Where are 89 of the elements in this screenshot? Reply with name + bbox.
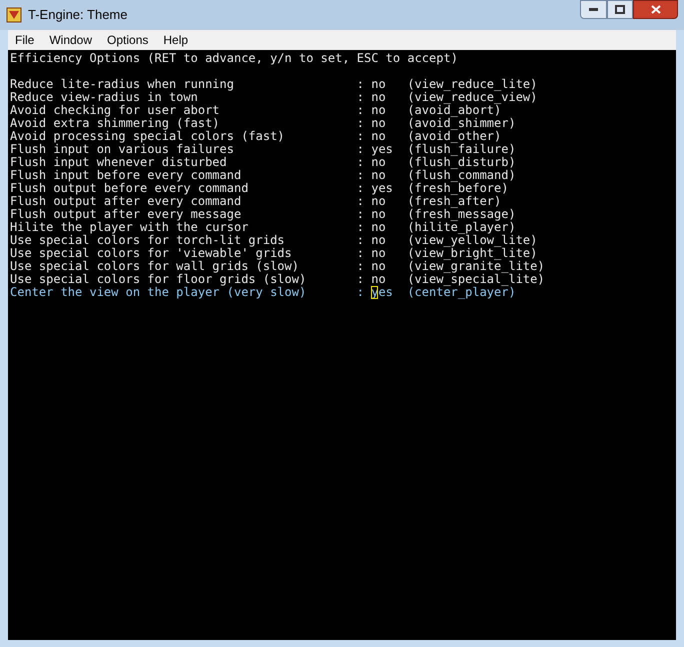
option-value: no [371, 221, 387, 234]
option-value: no [371, 130, 387, 143]
option-row[interactable]: Flush input whenever disturbed : no (flush_disturb) [10, 156, 676, 169]
option-label: Hilite the player with the cursor [10, 221, 250, 234]
option-value: no [371, 247, 387, 260]
option-separator: : [356, 182, 364, 195]
menu-item[interactable]: Window [44, 31, 98, 49]
terminal-header: Efficiency Options (RET to advance, y/n to set, ESC to accept) [10, 52, 458, 65]
option-label: Use special colors for wall grids (slow) [10, 260, 300, 273]
option-row[interactable]: Avoid checking for user abort : no (avoid_abort) [10, 104, 676, 117]
option-row[interactable]: Flush input before every command : no (flush_command) [10, 169, 676, 182]
option-separator: : [356, 78, 364, 91]
option-value: no [371, 78, 387, 91]
option-separator: : [356, 169, 364, 182]
option-separator: : [356, 117, 364, 130]
option-row[interactable]: Reduce lite-radius when running : no (view_reduce_lite) [10, 78, 676, 91]
option-label: Flush output after every message [10, 208, 242, 221]
option-row[interactable]: Use special colors for torch-lit grids : no (view_yellow_lite) [10, 234, 676, 247]
option-key: (flush_failure) [407, 143, 516, 156]
option-key: (hilite_player) [407, 221, 516, 234]
option-key: (view_special_lite) [407, 273, 545, 286]
option-row[interactable]: Use special colors for wall grids (slow) : no (view_granite_lite) [10, 260, 676, 273]
option-label: Reduce lite-radius when running [10, 78, 235, 91]
window-title: T-Engine: Theme [28, 6, 128, 24]
option-key: (view_yellow_lite) [407, 234, 538, 247]
option-row[interactable]: Flush output after every message : no (fresh_message) [10, 208, 676, 221]
option-label: Avoid extra shimmering (fast) [10, 117, 221, 130]
option-label: Flush input whenever disturbed [10, 156, 228, 169]
option-key: (fresh_after) [407, 195, 502, 208]
option-value: no [371, 91, 387, 104]
option-label: Avoid checking for user abort [10, 104, 221, 117]
option-row[interactable]: Avoid processing special colors (fast) : no (avoid_other) [10, 130, 676, 143]
option-separator: : [356, 247, 364, 260]
option-key: (flush_command) [407, 169, 516, 182]
option-value: no [371, 169, 387, 182]
option-separator: : [356, 130, 364, 143]
option-value: no [371, 195, 386, 208]
option-separator: : [356, 104, 364, 117]
menu-item[interactable]: Options [102, 31, 154, 49]
option-key: (avoid_abort) [407, 104, 502, 117]
option-key: (view_reduce_lite) [407, 78, 538, 91]
option-label: Flush output before every command [10, 182, 250, 195]
option-row[interactable]: Avoid extra shimmering (fast) : no (avoid_shimmer) [10, 117, 676, 130]
option-key: (fresh_message) [407, 208, 516, 221]
option-row[interactable]: Reduce view-radius in town : no (view_reduce_view) [10, 91, 676, 104]
option-key: (avoid_shimmer) [407, 117, 516, 130]
option-separator: : [356, 273, 364, 286]
option-row[interactable]: Flush output before every command : yes (fresh_before) [10, 182, 676, 195]
option-value: no [371, 260, 387, 273]
option-key: (flush_disturb) [407, 156, 516, 169]
option-label: Reduce view-radius in town [10, 91, 198, 104]
option-key: (avoid_other) [407, 130, 502, 143]
option-value: yes [371, 143, 394, 156]
option-label: Flush output after every command [10, 195, 242, 208]
option-label: Flush input on various failures [10, 143, 235, 156]
option-label: Use special colors for 'viewable' grids [10, 247, 293, 260]
option-value: no [371, 208, 387, 221]
option-value: no [371, 156, 386, 169]
option-key: (view_bright_lite) [407, 247, 538, 260]
option-label: Center the view on the player (very slow) [10, 286, 308, 299]
option-value: no [371, 117, 387, 130]
option-separator: : [356, 221, 364, 234]
option-separator: : [356, 260, 364, 273]
option-row[interactable]: Use special colors for 'viewable' grids : no (view_bright_lite) [10, 247, 676, 260]
menu-item[interactable]: File [10, 31, 40, 49]
option-separator: : [356, 234, 364, 247]
option-key: (center_player) [407, 286, 516, 299]
option-label: Use special colors for torch-lit grids [10, 234, 286, 247]
option-separator: : [356, 208, 364, 221]
option-separator: : [356, 91, 364, 104]
option-separator: : [356, 195, 364, 208]
option-value: yes [371, 182, 394, 195]
option-row[interactable]: Flush input on various failures : yes (flush_failure) [10, 143, 676, 156]
option-value: no [371, 104, 387, 117]
menu-item[interactable]: Help [158, 31, 194, 49]
option-separator: : [356, 156, 364, 169]
option-label: Flush input before every command [10, 169, 242, 182]
option-row[interactable]: Flush output after every command : no (fresh_after) [10, 195, 676, 208]
option-label: Use special colors for floor grids (slow) [10, 273, 308, 286]
option-row[interactable]: Hilite the player with the cursor : no (hilite_player) [10, 221, 676, 234]
option-label: Avoid processing special colors (fast) [10, 130, 286, 143]
option-key: (view_reduce_view) [407, 91, 538, 104]
option-key: (fresh_before) [407, 182, 508, 195]
option-row[interactable]: Use special colors for floor grids (slow) : no (view_special_lite) [10, 273, 676, 286]
option-key: (view_granite_lite) [407, 260, 545, 273]
option-value: no [371, 234, 387, 247]
option-separator: : [356, 143, 364, 156]
option-separator: : [356, 286, 364, 299]
option-value: no [371, 273, 387, 286]
